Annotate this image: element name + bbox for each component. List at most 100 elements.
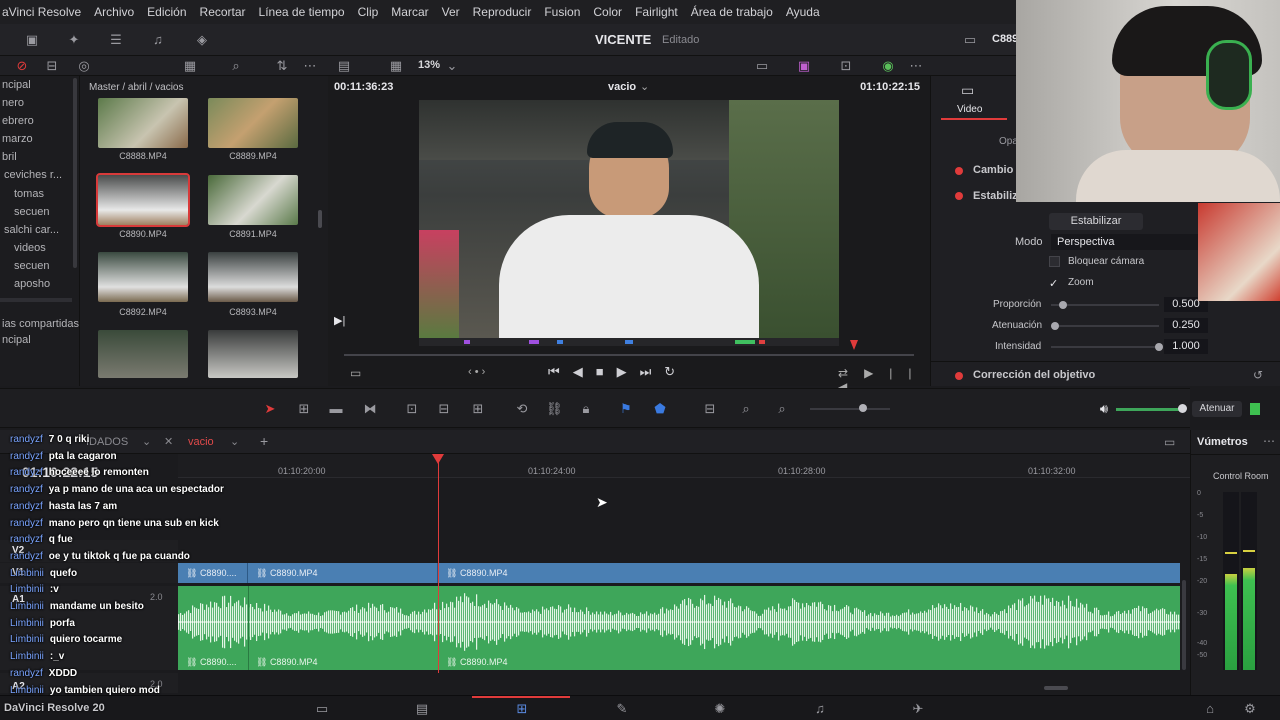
dynamic-trim-icon[interactable]: ▬ bbox=[328, 401, 344, 417]
crop-icon[interactable]: ⊡ bbox=[838, 58, 854, 74]
flag-icon[interactable]: ⚑ bbox=[618, 401, 634, 417]
audio-clip-name[interactable]: ⛓ C8890.MP4 bbox=[446, 657, 507, 668]
menu-playback[interactable]: Reproducir bbox=[473, 5, 532, 19]
video-clip[interactable]: ⛓ C8890.MP4 bbox=[248, 563, 438, 583]
mark-in-icon[interactable]: ▶| bbox=[864, 366, 908, 380]
mode-dropdown[interactable]: Perspectiva bbox=[1051, 234, 1199, 250]
diamond-icon[interactable]: ◈ bbox=[194, 32, 210, 48]
menu-fairlight[interactable]: Fairlight bbox=[635, 5, 678, 19]
bin-item[interactable]: secuen bbox=[14, 206, 49, 218]
viewer-scrubber[interactable] bbox=[344, 354, 914, 356]
sound-library-icon[interactable]: ♫ bbox=[150, 32, 166, 48]
blade-tool-icon[interactable]: ⧓ bbox=[362, 401, 378, 417]
marker-icon[interactable]: ⬟ bbox=[652, 401, 668, 417]
clip-thumbnail[interactable] bbox=[208, 98, 298, 148]
jog-icon[interactable]: ‹ • › bbox=[468, 366, 485, 378]
bin-item[interactable]: tomas bbox=[14, 188, 44, 200]
overwrite-clip-icon[interactable]: ⊟ bbox=[436, 401, 452, 417]
zoom-checkbox-icon[interactable]: ✓ bbox=[1049, 277, 1058, 290]
more-icon[interactable]: ⋯ bbox=[908, 58, 924, 74]
chevron-down-icon[interactable]: ⌄ bbox=[640, 80, 649, 93]
menu-file[interactable]: Archivo bbox=[94, 5, 134, 19]
chevron-down-icon[interactable]: ⌄ bbox=[444, 58, 460, 74]
dim-button[interactable]: Atenuar bbox=[1192, 401, 1242, 417]
section-enable-dot[interactable] bbox=[955, 372, 963, 380]
timeline-marker[interactable] bbox=[625, 340, 633, 344]
shared-bins-header[interactable]: ias compartidas bbox=[2, 318, 79, 330]
param-slider[interactable] bbox=[1051, 325, 1159, 327]
timeline-marker[interactable] bbox=[759, 340, 765, 344]
menu-fusion[interactable]: Fusion bbox=[544, 5, 580, 19]
bin-item[interactable]: secuen bbox=[14, 260, 49, 272]
clip-thumbnail[interactable] bbox=[98, 330, 188, 378]
bin-view-icon[interactable]: ⊘ bbox=[14, 58, 30, 74]
gear-icon[interactable]: ⚙ bbox=[1240, 701, 1260, 717]
param-slider[interactable] bbox=[1051, 304, 1159, 306]
bin-item[interactable]: videos bbox=[14, 242, 46, 254]
link-icon[interactable]: ⛓ bbox=[546, 401, 563, 417]
video-tab-icon[interactable]: ▭ bbox=[961, 82, 974, 99]
menu-mark[interactable]: Marcar bbox=[391, 5, 428, 19]
media-page-icon[interactable]: ▭ bbox=[312, 701, 332, 717]
clip-thumbnail[interactable] bbox=[208, 330, 298, 378]
lock-icon[interactable]: 🔒︎ bbox=[578, 401, 594, 417]
bin-item[interactable]: aposho bbox=[14, 278, 50, 290]
trim-tool-icon[interactable]: ⊞ bbox=[296, 401, 312, 417]
zoom-full-icon[interactable]: ⊟ bbox=[702, 401, 718, 417]
more-icon[interactable]: ⋯ bbox=[1263, 434, 1275, 448]
timeline-zoom-slider[interactable] bbox=[810, 408, 890, 410]
bin-item[interactable]: ncipal bbox=[2, 79, 31, 91]
timeline-vscroll[interactable] bbox=[1182, 580, 1186, 670]
selection-tool-icon[interactable]: ➤ bbox=[262, 401, 278, 417]
stop-icon[interactable]: ■ bbox=[596, 364, 617, 379]
menu-clip[interactable]: Clip bbox=[358, 5, 379, 19]
clip-thumbnail-selected[interactable] bbox=[96, 173, 190, 227]
reverse-icon[interactable]: ◀ bbox=[573, 364, 596, 379]
menu-color[interactable]: Color bbox=[593, 5, 622, 19]
menu-edit[interactable]: Edición bbox=[147, 5, 186, 19]
section-header[interactable]: Corrección del objetivo bbox=[973, 369, 1095, 381]
replace-clip-icon[interactable]: ⊞ bbox=[470, 401, 486, 417]
volume-slider[interactable] bbox=[1116, 408, 1182, 411]
timeline-scrollbar[interactable] bbox=[1044, 686, 1068, 690]
fx-icon[interactable]: ▣ bbox=[796, 58, 812, 74]
clip-thumbnail[interactable] bbox=[98, 98, 188, 148]
clip-thumbnail[interactable] bbox=[98, 252, 188, 302]
viewer-layout-icon[interactable]: ▤ bbox=[336, 58, 352, 74]
param-value[interactable]: 0.250 bbox=[1164, 318, 1208, 333]
param-slider-knob[interactable] bbox=[1051, 322, 1059, 330]
edit-page-icon[interactable]: ⊞ bbox=[512, 701, 532, 717]
home-icon[interactable]: ⌂ bbox=[1200, 701, 1220, 717]
reset-icon[interactable]: ↺ bbox=[1253, 368, 1263, 382]
menu-workspace[interactable]: Área de trabajo bbox=[691, 5, 773, 19]
bin-item[interactable]: ncipal bbox=[2, 334, 31, 346]
edit-index-icon[interactable]: ☰ bbox=[108, 32, 124, 48]
section-enable-dot[interactable] bbox=[955, 167, 963, 175]
color-page-icon[interactable]: ✺ bbox=[710, 701, 730, 717]
insert-clip-icon[interactable]: ⊡ bbox=[404, 401, 420, 417]
skip-start-icon[interactable]: ⏮ bbox=[548, 364, 573, 379]
timeline-ruler[interactable]: 01:10:20:00 01:10:24:00 01:10:28:00 01:1… bbox=[178, 454, 1190, 478]
param-slider-knob[interactable] bbox=[1155, 343, 1163, 351]
bin-item[interactable]: bril bbox=[2, 151, 17, 163]
media-pool-scrollbar[interactable] bbox=[318, 210, 322, 228]
bin-item[interactable]: ebrero bbox=[2, 115, 34, 127]
viewer-playhead[interactable] bbox=[850, 340, 858, 350]
viewer-timeline-name[interactable]: vacio bbox=[608, 81, 636, 93]
param-value[interactable]: 1.000 bbox=[1164, 339, 1208, 354]
bin-scrollbar[interactable] bbox=[73, 78, 77, 268]
tab-video[interactable]: Video bbox=[957, 104, 982, 115]
cut-page-icon[interactable]: ▤ bbox=[412, 701, 432, 717]
bin-item[interactable]: salchi car... bbox=[4, 224, 59, 236]
menu-help[interactable]: Ayuda bbox=[786, 5, 820, 19]
timeline-marker[interactable] bbox=[557, 340, 563, 344]
zoom-level[interactable]: 13% bbox=[418, 59, 440, 71]
lock-camera-checkbox[interactable] bbox=[1049, 256, 1060, 267]
section-enable-dot[interactable] bbox=[955, 192, 963, 200]
param-slider-knob[interactable] bbox=[1059, 301, 1068, 309]
clip-thumbnail[interactable] bbox=[208, 252, 298, 302]
timeline-marker[interactable] bbox=[464, 340, 470, 344]
bin-item[interactable]: nero bbox=[2, 97, 24, 109]
menu-trim[interactable]: Recortar bbox=[200, 5, 246, 19]
timeline-options-icon[interactable]: ▭ bbox=[1164, 435, 1175, 449]
